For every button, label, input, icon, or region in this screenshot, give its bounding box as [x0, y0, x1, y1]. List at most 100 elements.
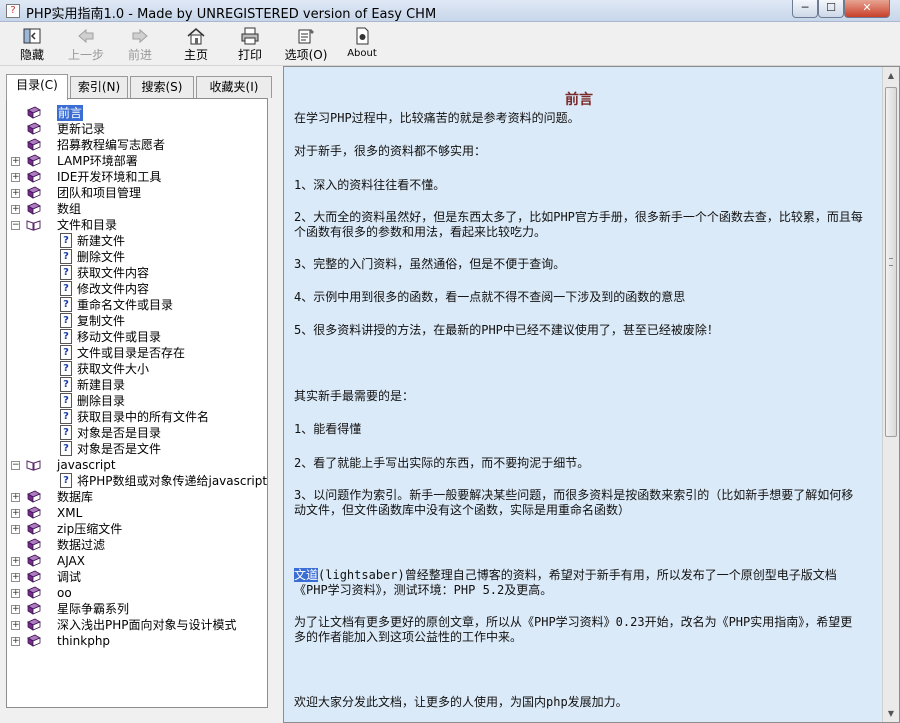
- tree-child-item[interactable]: ? 重命名文件或目录: [7, 297, 267, 313]
- tree-item[interactable]: 更新记录: [7, 121, 267, 137]
- tree-child-item[interactable]: ? 获取目录中的所有文件名: [7, 409, 267, 425]
- tree-child-item[interactable]: ? 新建目录: [7, 377, 267, 393]
- title-bar[interactable]: ? PHP实用指南1.0 - Made by UNREGISTERED vers…: [0, 0, 900, 22]
- tree-item[interactable]: − 文件和目录: [7, 217, 267, 233]
- tree-child-item[interactable]: ? 文件或目录是否存在: [7, 345, 267, 361]
- tree-item-label: 文件或目录是否存在: [77, 346, 186, 360]
- expand-icon[interactable]: +: [11, 605, 20, 614]
- tree-item-label: 将PHP数组或对象传递给javascript: [77, 474, 268, 488]
- tree-child-item[interactable]: ? 获取文件大小: [7, 361, 267, 377]
- closed-book-icon: [27, 586, 41, 599]
- tree-child-item[interactable]: ? 对象是否是文件: [7, 441, 267, 457]
- scroll-down-arrow-icon[interactable]: ▼: [883, 705, 899, 722]
- contents-tree[interactable]: 前言 更新记录 招募教程编写志愿者 + LAMP环境部署 + IDE开发环境和工具 + 团队和项…: [6, 98, 268, 708]
- help-page-icon: ?: [60, 393, 72, 408]
- minimize-button[interactable]: ─: [792, 0, 818, 18]
- tree-item[interactable]: + XML: [7, 505, 267, 521]
- tree-item[interactable]: + 数组: [7, 201, 267, 217]
- tree-child-item[interactable]: ? 修改文件内容: [7, 281, 267, 297]
- tree-child-item[interactable]: ? 复制文件: [7, 313, 267, 329]
- scrollbar-thumb[interactable]: [885, 87, 897, 437]
- tree-item-label: IDE开发环境和工具: [57, 170, 162, 184]
- tree-item[interactable]: 招募教程编写志愿者: [7, 137, 267, 153]
- close-button[interactable]: ✕: [844, 0, 890, 18]
- tab-search[interactable]: 搜索(S): [130, 76, 194, 98]
- tree-child-item[interactable]: ? 对象是否是目录: [7, 425, 267, 441]
- tree-item-label: 数据过滤: [57, 538, 106, 552]
- about-button[interactable]: About: [338, 25, 386, 65]
- expand-icon[interactable]: +: [11, 189, 20, 198]
- tree-child-item[interactable]: ? 获取文件内容: [7, 265, 267, 281]
- expand-icon[interactable]: +: [11, 525, 20, 534]
- tree-item-label: 获取文件大小: [77, 362, 150, 376]
- tree-item-label: LAMP环境部署: [57, 154, 138, 168]
- tree-item-label: 更新记录: [57, 122, 106, 136]
- tree-item[interactable]: + IDE开发环境和工具: [7, 169, 267, 185]
- content-pane[interactable]: 前言 在学习PHP过程中，比较痛苦的就是参考资料的问题。 对于新手，很多的资料都…: [283, 66, 900, 723]
- tree-item[interactable]: + 团队和项目管理: [7, 185, 267, 201]
- expand-icon[interactable]: +: [11, 573, 20, 582]
- tree-item[interactable]: + 数据库: [7, 489, 267, 505]
- tree-item[interactable]: + thinkphp: [7, 633, 267, 649]
- tree-item[interactable]: + 调试: [7, 569, 267, 585]
- closed-book-icon: [27, 138, 41, 151]
- tree-item-label: 团队和项目管理: [57, 186, 142, 200]
- help-page-icon: ?: [60, 473, 72, 488]
- tree-child-item[interactable]: ? 将PHP数组或对象传递给javascript: [7, 473, 267, 489]
- expand-icon[interactable]: +: [11, 173, 20, 182]
- expand-icon[interactable]: +: [11, 557, 20, 566]
- tree-item-label: 删除目录: [77, 394, 126, 408]
- tree-child-item[interactable]: ? 删除文件: [7, 249, 267, 265]
- maximize-button[interactable]: ☐: [818, 0, 844, 18]
- tree-item[interactable]: + 星际争霸系列: [7, 601, 267, 617]
- tree-item-label: 数组: [57, 202, 82, 216]
- tree-child-item[interactable]: ? 新建文件: [7, 233, 267, 249]
- help-page-icon: ?: [60, 297, 72, 312]
- tab-contents[interactable]: 目录(C): [6, 74, 68, 100]
- tab-favorites[interactable]: 收藏夹(I): [196, 76, 272, 98]
- forward-button[interactable]: 前进: [116, 25, 164, 65]
- tree-child-item[interactable]: ? 删除目录: [7, 393, 267, 409]
- tree-item[interactable]: + oo: [7, 585, 267, 601]
- options-button[interactable]: 选项(O): [282, 25, 330, 65]
- expand-icon[interactable]: +: [11, 157, 20, 166]
- tree-item[interactable]: + LAMP环境部署: [7, 153, 267, 169]
- back-button[interactable]: 上一步: [62, 25, 110, 65]
- home-icon: [187, 28, 205, 45]
- tree-item-label: 前言: [57, 105, 84, 121]
- tree-item[interactable]: − javascript: [7, 457, 267, 473]
- tree-item-label: 获取文件内容: [77, 266, 150, 280]
- expand-icon[interactable]: +: [11, 205, 20, 214]
- collapse-icon[interactable]: −: [11, 461, 20, 470]
- tree-item[interactable]: + AJAX: [7, 553, 267, 569]
- tree-item-label: 新建文件: [77, 234, 126, 248]
- tree-item-label: javascript: [57, 458, 116, 472]
- paragraph-newbies: 对于新手，很多的资料都不够实用：: [294, 144, 487, 158]
- scroll-up-arrow-icon[interactable]: ▲: [883, 67, 899, 84]
- paragraph-rename: 为了让文档有更多更好的原创文章，所以从《PHP学习资料》0.23开始，改名为《P…: [294, 615, 853, 644]
- author-link[interactable]: 文道: [294, 568, 319, 582]
- collapse-icon[interactable]: −: [11, 221, 20, 230]
- tree-item[interactable]: 数据过滤: [7, 537, 267, 553]
- tree-item[interactable]: + zip压缩文件: [7, 521, 267, 537]
- tree-item-label: 对象是否是文件: [77, 442, 162, 456]
- closed-book-icon: [27, 522, 41, 535]
- tree-item-label: oo: [57, 586, 72, 600]
- home-button[interactable]: 主页: [172, 25, 220, 65]
- closed-book-icon: [27, 602, 41, 615]
- expand-icon[interactable]: +: [11, 509, 20, 518]
- tab-index[interactable]: 索引(N): [70, 76, 128, 98]
- print-button[interactable]: 打印: [226, 25, 274, 65]
- tree-item-label: 删除文件: [77, 250, 126, 264]
- tree-item[interactable]: 前言: [7, 105, 267, 121]
- tree-child-item[interactable]: ? 移动文件或目录: [7, 329, 267, 345]
- vertical-scrollbar[interactable]: ▲ ▼: [882, 67, 899, 722]
- expand-icon[interactable]: +: [11, 621, 20, 630]
- expand-icon[interactable]: +: [11, 493, 20, 502]
- tree-item[interactable]: + 深入浅出PHP面向对象与设计模式: [7, 617, 267, 633]
- expand-icon[interactable]: +: [11, 637, 20, 646]
- expand-icon[interactable]: +: [11, 589, 20, 598]
- grip-icon: [889, 258, 893, 266]
- hide-button[interactable]: 隐藏: [8, 25, 56, 65]
- closed-book-icon: [27, 186, 41, 199]
